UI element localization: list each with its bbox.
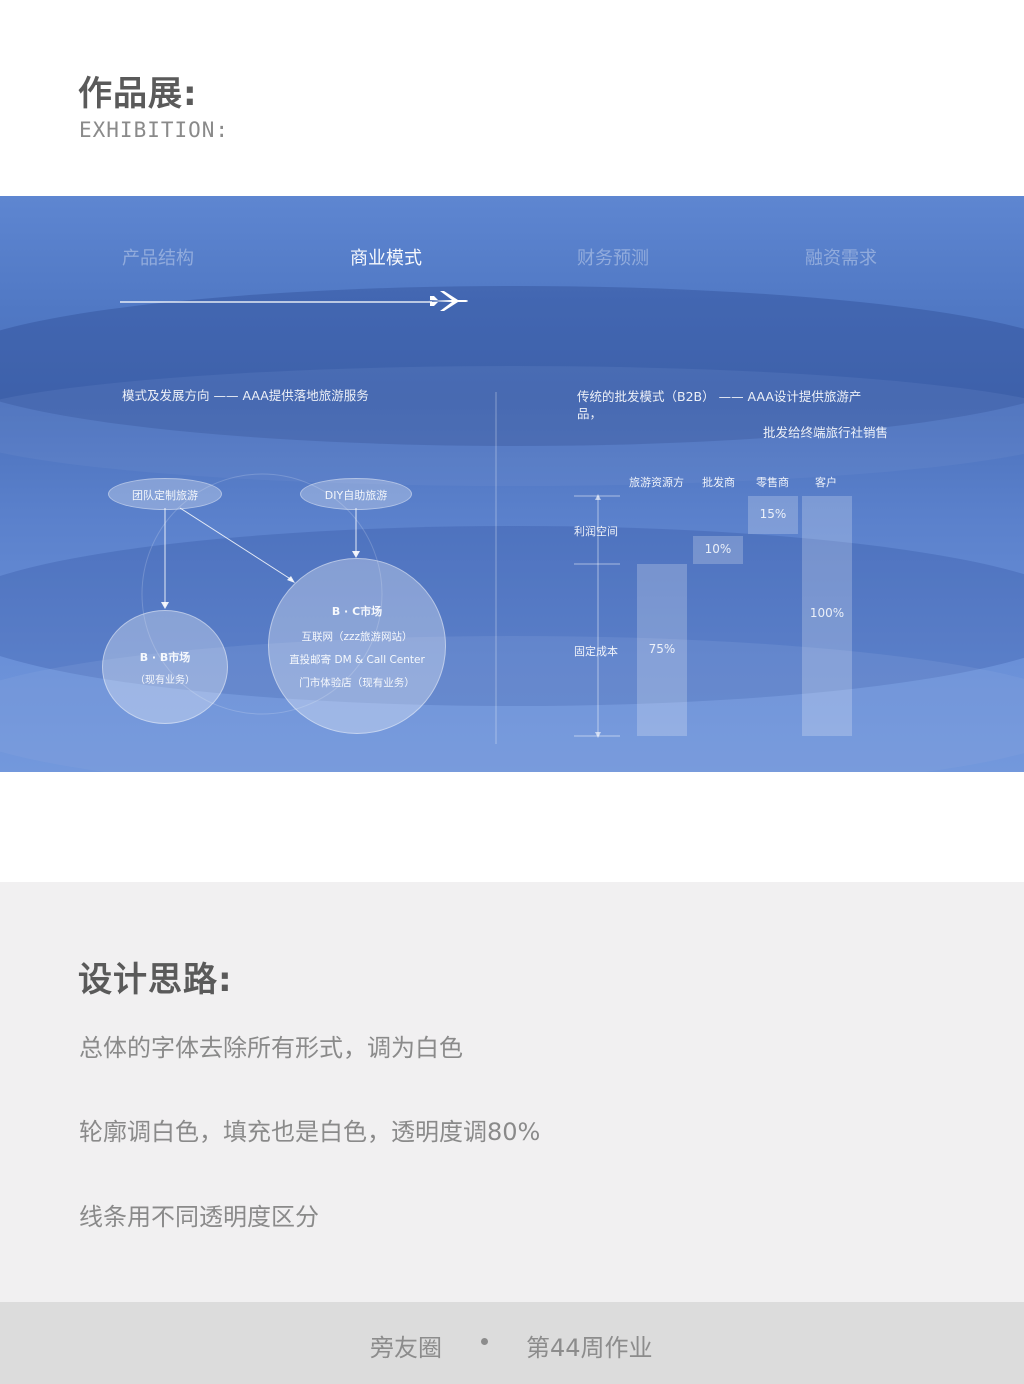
column-header: 零售商 <box>756 476 789 489</box>
bar-customer: 100% <box>802 496 852 736</box>
notes-title: 设计思路: <box>78 960 233 1000</box>
circle-title: B · C市场 <box>331 605 383 618</box>
circle-line: 直投邮寄 DM & Call Center <box>289 654 425 666</box>
circle-line: 门市体验店（现有业务） <box>299 677 415 689</box>
right-heading-line2: 品， <box>577 406 603 421</box>
exhibition-slide: 产品结构 商业模式 财务预测 融资需求 模式及发展方向 —— AAA提供落地旅游… <box>0 196 1024 772</box>
bar-wholesaler: 10% <box>693 536 743 564</box>
column-header: 旅游资源方 <box>629 476 684 489</box>
design-notes: 设计思路: 总体的字体去除所有形式，调为白色 轮廓调白色，填充也是白色，透明度调… <box>0 882 1024 1302</box>
bar-value: 15% <box>759 507 787 521</box>
b2c-market-circle: B · C市场 互联网（zzz旅游网站） 直投邮寄 DM & Call Cent… <box>268 558 446 734</box>
left-heading: 模式及发展方向 —— AAA提供落地旅游服务 <box>122 388 369 403</box>
notes-line: 轮廓调白色，填充也是白色，透明度调80% <box>79 1118 541 1146</box>
section-subtitle: EXHIBITION: <box>79 118 230 142</box>
row-label-profit: 利润空间 <box>574 525 618 538</box>
circle-title: B · B市场 <box>139 651 191 664</box>
circle-line: 互联网（zzz旅游网站） <box>301 631 413 643</box>
footer: 旁友圈 第44周作业 <box>0 1302 1024 1384</box>
exhibition-header: 作品展: EXHIBITION: <box>0 0 1024 196</box>
column-header: 客户 <box>815 476 837 489</box>
ellipse-label: 团队定制旅游 <box>132 489 198 502</box>
bar-value: 10% <box>704 542 732 556</box>
footer-week: 第44周作业 <box>526 1334 653 1362</box>
row-label-fixed-cost: 固定成本 <box>574 645 618 658</box>
team-custom-tour-ellipse: 团队定制旅游 <box>108 478 222 510</box>
right-heading-line3: 批发给终端旅行社销售 <box>763 425 889 440</box>
footer-separator <box>481 1338 488 1345</box>
section-title: 作品展: <box>78 74 198 114</box>
diy-tour-ellipse: DIY自助旅游 <box>300 478 412 510</box>
footer-brand: 旁友圈 <box>370 1334 442 1362</box>
notes-line: 线条用不同透明度区分 <box>79 1203 319 1231</box>
bar-value: 75% <box>648 642 676 656</box>
right-heading-line1: 传统的批发模式（B2B） —— AAA设计提供旅游产 <box>577 389 862 404</box>
bar-tour-resource: 75% <box>637 564 687 736</box>
airplane-icon <box>428 291 468 311</box>
ellipse-label: DIY自助旅游 <box>324 489 388 502</box>
column-header: 批发商 <box>702 476 735 489</box>
notes-line: 总体的字体去除所有形式，调为白色 <box>79 1034 463 1062</box>
bar-retailer: 15% <box>748 496 798 534</box>
b2b-market-circle: B · B市场 （现有业务） <box>102 610 228 724</box>
bar-value: 100% <box>809 606 845 620</box>
circle-sub: （现有业务） <box>135 675 195 686</box>
